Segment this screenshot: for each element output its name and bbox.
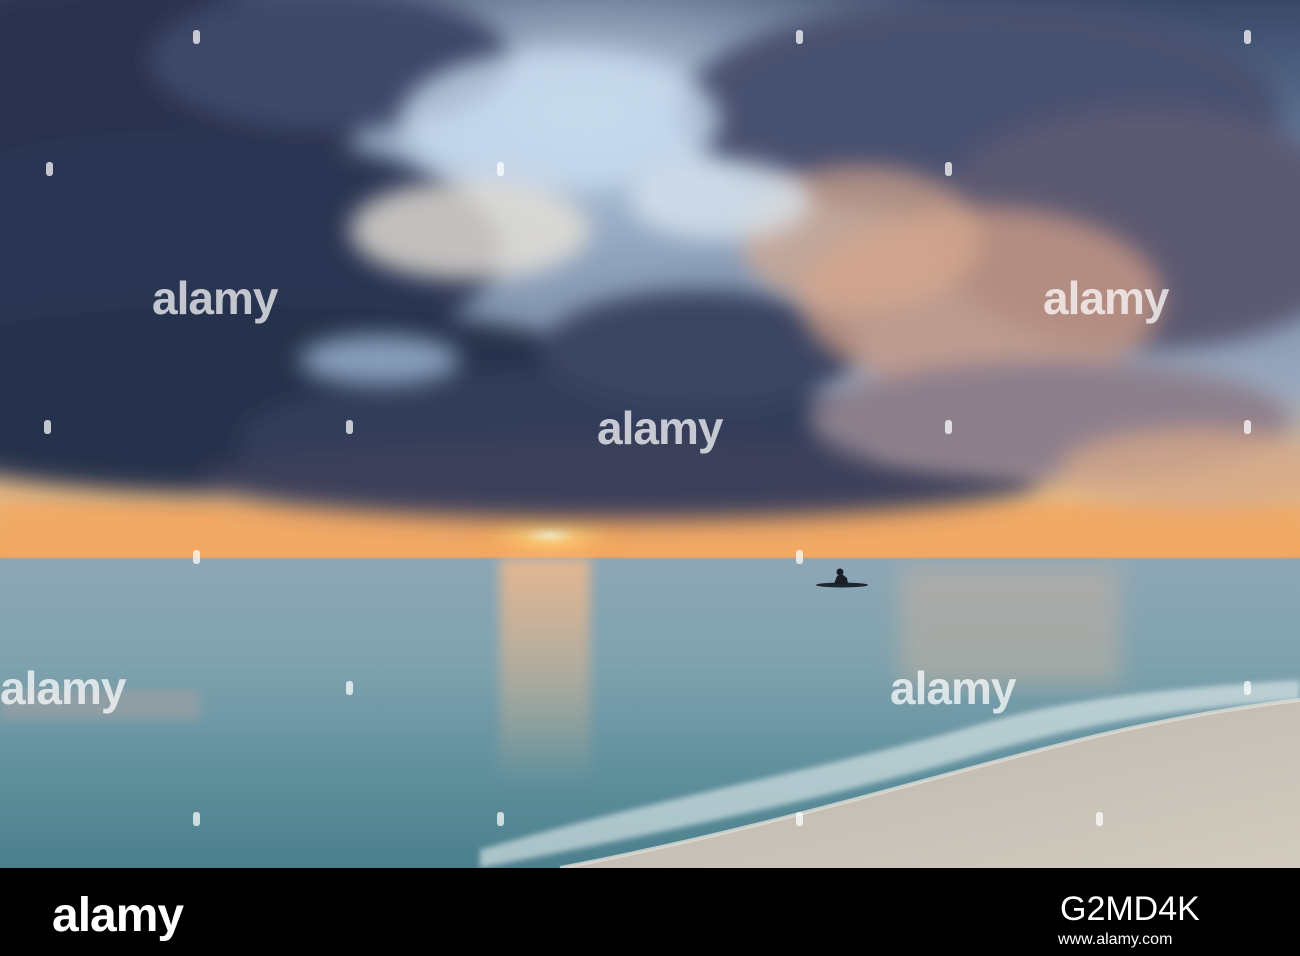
watermark-dot — [796, 812, 803, 826]
watermark-dot — [1244, 30, 1251, 44]
watermark-dot — [1244, 420, 1251, 434]
footer-bar: alamy G2MD4K www.alamy.com — [0, 868, 1300, 956]
watermark-text: alamy — [597, 402, 723, 454]
watermark-text: alamy — [0, 662, 126, 714]
image-id: G2MD4K — [1060, 890, 1200, 928]
watermark-text: alamy — [1043, 272, 1169, 324]
watermark-dot — [46, 162, 53, 176]
watermark-dot — [193, 550, 200, 564]
watermark-dot — [945, 162, 952, 176]
watermark-dot — [1096, 812, 1103, 826]
footer-logo: alamy — [52, 889, 184, 942]
watermark-dot — [796, 30, 803, 44]
watermark-dot — [346, 681, 353, 695]
watermark-text: alamy — [152, 272, 278, 324]
watermark-dot — [44, 420, 51, 434]
watermark-dot — [193, 812, 200, 826]
watermark-dot — [497, 162, 504, 176]
watermark-text: alamy — [890, 662, 1016, 714]
beach-sunset-photo: alamy alamy alamy alamy alamy — [0, 0, 1300, 868]
watermark-dot — [796, 550, 803, 564]
watermark-dot — [346, 420, 353, 434]
site-url: www.alamy.com — [1058, 931, 1173, 948]
watermark-dot — [193, 30, 200, 44]
watermark-dot — [497, 812, 504, 826]
watermark-dot — [945, 420, 952, 434]
watermark-dot — [1244, 681, 1251, 695]
